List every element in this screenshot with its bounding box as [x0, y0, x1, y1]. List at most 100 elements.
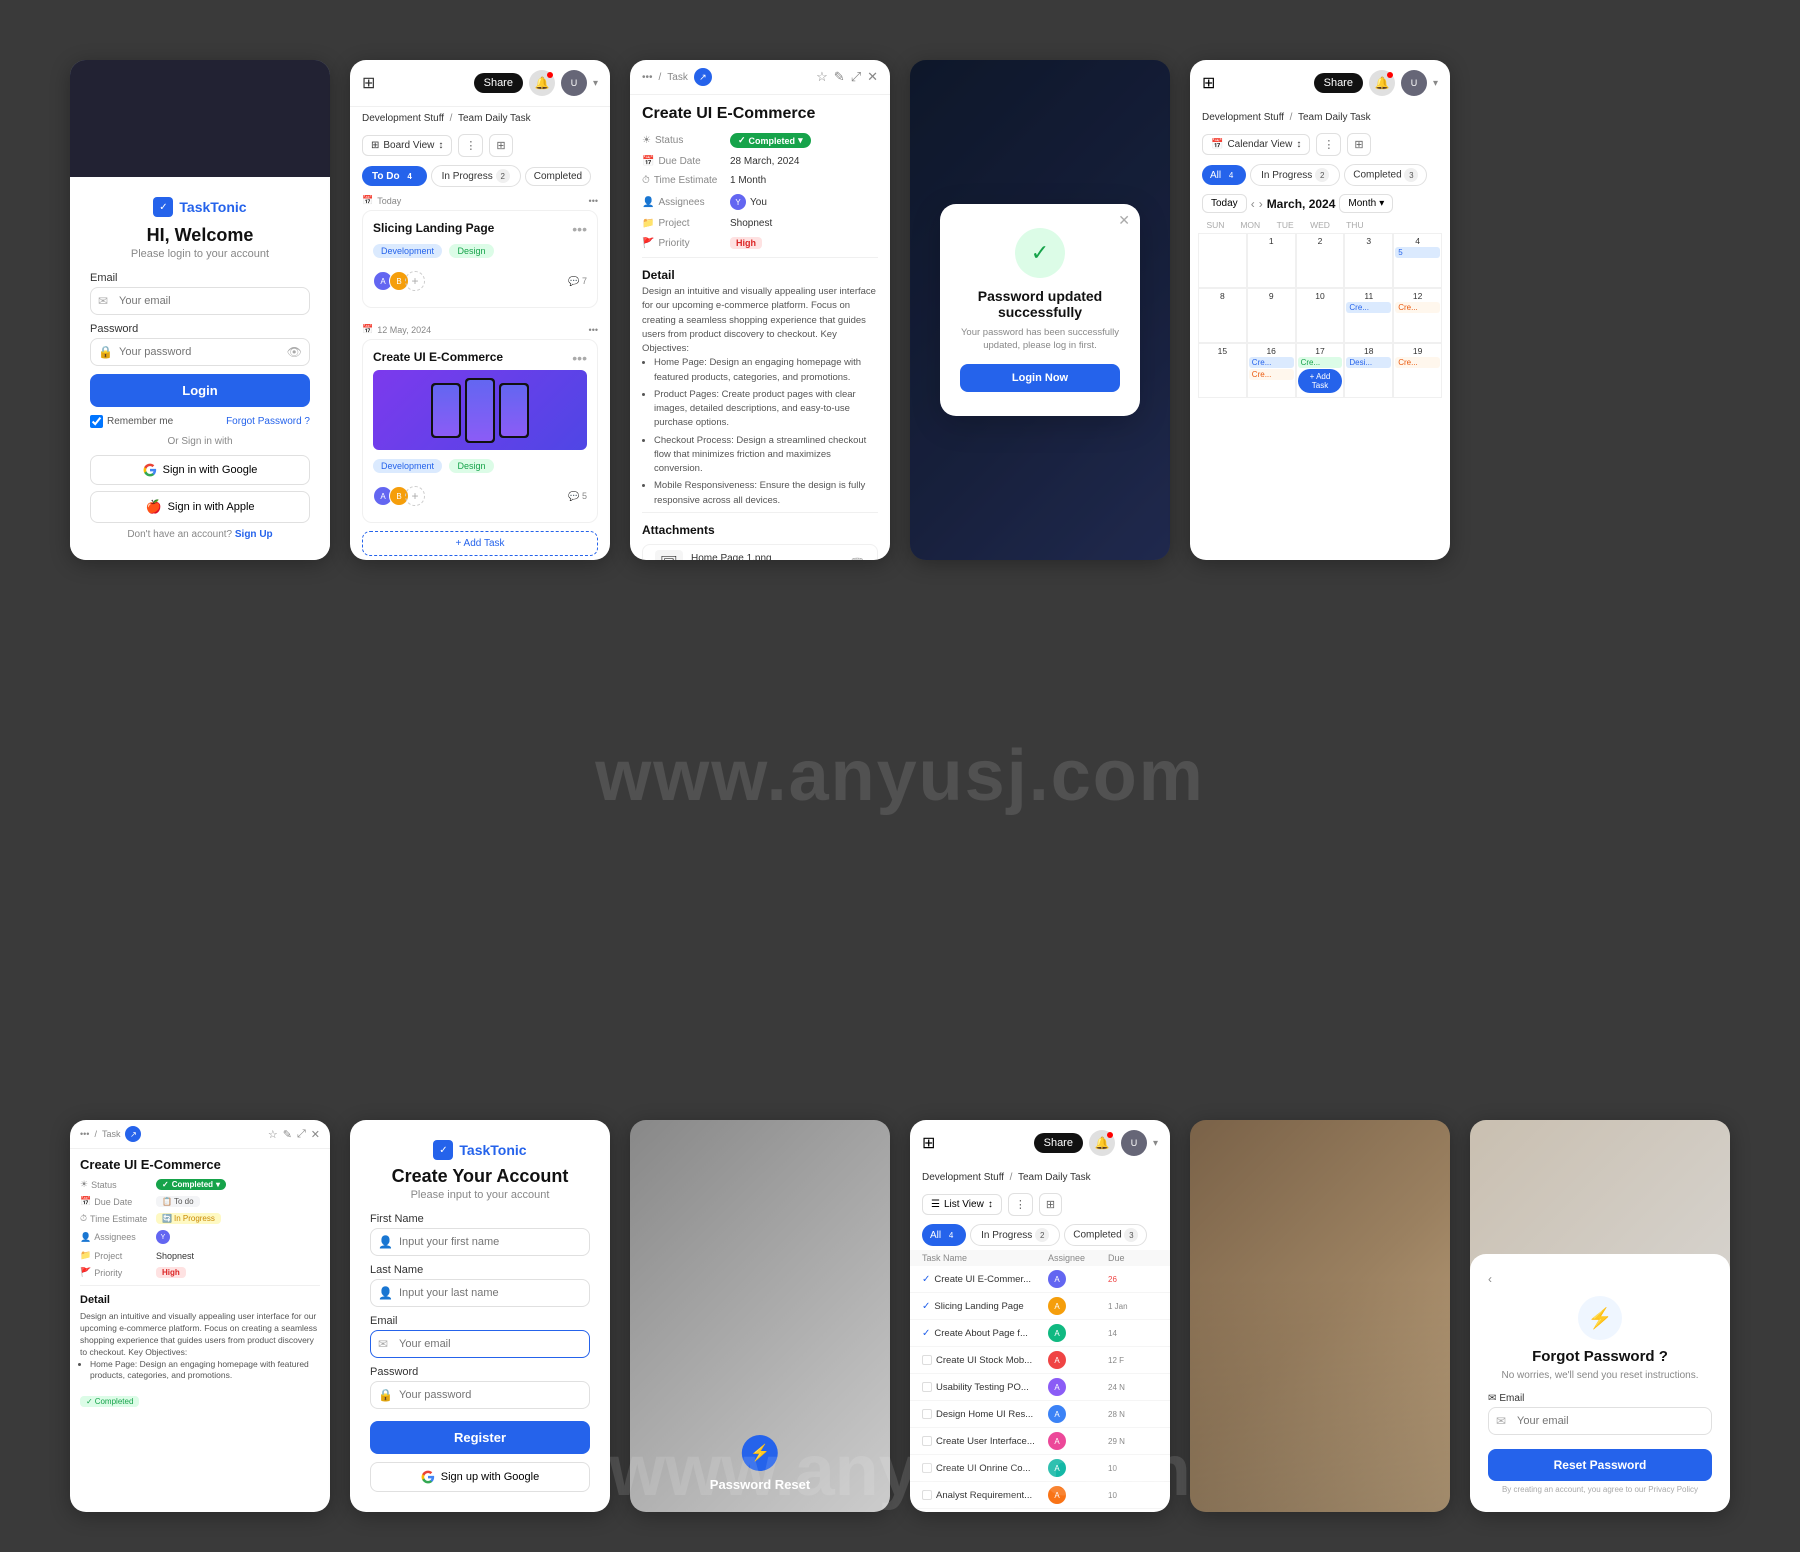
tag-design-2: Design	[449, 459, 493, 473]
edit-icon[interactable]: ✎	[834, 69, 845, 85]
tab-completed[interactable]: Completed	[525, 167, 591, 186]
attachments-section-title: Attachments	[630, 517, 890, 540]
add-assignee-button-2[interactable]: +	[405, 486, 425, 506]
assignee-avatar: A	[1048, 1297, 1066, 1315]
cal-cell: 19 Cre...	[1393, 343, 1442, 398]
forgot-password-link[interactable]: Forgot Password ?	[226, 416, 310, 427]
calendar-view-button[interactable]: 📅 Calendar View ↕	[1202, 134, 1310, 155]
list-tab-inprogress[interactable]: In Progress 2	[970, 1224, 1060, 1246]
create-account-title: Create Your Account	[370, 1166, 590, 1187]
cal-notification-bell[interactable]: 🔔	[1369, 70, 1395, 96]
modal-close-button[interactable]: ✕	[1118, 212, 1130, 229]
sm-completed-area: ✓ Completed	[70, 1387, 330, 1413]
list-row[interactable]: Create UI Stock Mob... A 12 F	[910, 1347, 1170, 1374]
cal-tab-all[interactable]: All 4	[1202, 165, 1246, 185]
apple-signin-button[interactable]: 🍎 Sign in with Apple	[90, 491, 310, 523]
cal-view-label: Calendar View	[1227, 139, 1292, 150]
reset-password-button[interactable]: Reset Password	[1488, 1449, 1712, 1481]
attachment-name: Home Page 1.png	[691, 553, 772, 560]
list-filter-button[interactable]: ⋮	[1008, 1193, 1033, 1216]
list-row[interactable]: Create UI Onrine Co... A 10	[910, 1455, 1170, 1482]
password-input[interactable]	[90, 338, 310, 366]
tab-inprogress[interactable]: In Progress 2	[431, 165, 521, 187]
list-row[interactable]: Usability Testing PO... A 24 N	[910, 1374, 1170, 1401]
task-comments-count-2: 💬 5	[568, 491, 587, 502]
cal-tab-completed[interactable]: Completed 3	[1344, 164, 1427, 186]
task-more-dots[interactable]: •••	[572, 221, 587, 237]
register-button[interactable]: Register	[370, 1421, 590, 1454]
list-row[interactable]: Create User Interface... A 29 N	[910, 1428, 1170, 1455]
star-icon[interactable]: ☆	[816, 69, 828, 85]
list-view-button[interactable]: ☰ List View ↕	[922, 1194, 1002, 1215]
google-signin-button[interactable]: Sign in with Google	[90, 455, 310, 485]
login-now-button[interactable]: Login Now	[960, 364, 1120, 392]
flash-icon: ⚡	[750, 1443, 770, 1463]
forgot-email-input[interactable]	[1488, 1407, 1712, 1435]
attachment-thumb: 🖼	[655, 550, 683, 560]
cal-share-button[interactable]: Share	[1314, 73, 1363, 93]
login-button[interactable]: Login	[90, 374, 310, 407]
list-notif-bell[interactable]: 🔔	[1089, 1130, 1115, 1156]
sm-task-breadcrumb: Task	[102, 1129, 121, 1139]
cal-next-button[interactable]: ›	[1259, 197, 1263, 211]
list-row[interactable]: Design Home UI Res... A 28 N	[910, 1401, 1170, 1428]
filter-button[interactable]: ⋮	[458, 134, 483, 157]
list-row[interactable]: ✓ Slicing Landing Page A 1 Jan	[910, 1293, 1170, 1320]
list-options-button[interactable]: ⊞	[1039, 1193, 1062, 1216]
sm-share-circle[interactable]: ↗	[125, 1126, 141, 1142]
attachment-delete-button[interactable]: 🗑	[850, 557, 865, 560]
photo-card-gray: ⚡ Password Reset	[630, 1120, 890, 1512]
close-icon[interactable]: ✕	[867, 69, 878, 85]
cal-add-task-button[interactable]: + Add Task	[1298, 369, 1343, 393]
task-date-may: 📅12 May, 2024 •••	[362, 324, 598, 335]
cal-tab-inprogress[interactable]: In Progress 2	[1250, 164, 1340, 186]
list-tab-completed[interactable]: Completed 3	[1064, 1224, 1147, 1246]
create-email-input[interactable]	[370, 1330, 590, 1358]
lastname-input[interactable]	[370, 1279, 590, 1307]
sm-expand-icon[interactable]: ⤢	[297, 1128, 306, 1141]
board-view-button[interactable]: ⊞ Board View ↕	[362, 135, 452, 156]
task-more-dots-2[interactable]: •••	[572, 350, 587, 366]
expand-icon[interactable]: ⤢	[851, 69, 861, 85]
list-row[interactable]: ✓ Create About Page f... A 14	[910, 1320, 1170, 1347]
notification-bell[interactable]: 🔔	[529, 70, 555, 96]
add-assignee-button[interactable]: +	[405, 271, 425, 291]
cal-event: Cre...	[1249, 369, 1294, 380]
tab-todo[interactable]: To Do 4	[362, 166, 427, 186]
cal-view-options-button[interactable]: ⊞	[1347, 133, 1370, 156]
sm-share-icon: ↗	[130, 1130, 137, 1139]
cal-month-dropdown[interactable]: Month ▾	[1339, 194, 1393, 213]
board-toolbar: ⊞ Board View ↕ ⋮ ⊞	[350, 130, 610, 161]
cal-status-tabs: All 4 In Progress 2 Completed 3	[1190, 160, 1450, 190]
cal-today-button[interactable]: Today	[1202, 194, 1247, 213]
task-more-icon[interactable]: •••	[589, 196, 598, 206]
tab-inprogress-label: In Progress	[442, 171, 493, 182]
cal-filter-button[interactable]: ⋮	[1316, 133, 1341, 156]
share-button[interactable]: Share	[474, 73, 523, 93]
list-assignee: A	[1048, 1378, 1108, 1396]
checkbox-empty	[922, 1355, 932, 1365]
sm-star-icon[interactable]: ☆	[268, 1128, 278, 1141]
sm-close-icon[interactable]: ✕	[311, 1128, 320, 1141]
sm-edit-icon[interactable]: ✎	[283, 1128, 292, 1141]
list-tab-all[interactable]: All 4	[922, 1224, 966, 1246]
list-task-name: Create UI Stock Mob...	[922, 1355, 1048, 1366]
signup-link[interactable]: Sign Up	[235, 529, 273, 540]
firstname-input[interactable]	[370, 1228, 590, 1256]
list-row[interactable]: Analyst Requirement... A 10	[910, 1482, 1170, 1509]
add-task-button[interactable]: + Add Task	[362, 531, 598, 556]
remember-checkbox[interactable]	[90, 415, 103, 428]
view-options-button[interactable]: ⊞	[489, 134, 512, 157]
share-icon-circle[interactable]: ↗	[694, 68, 712, 86]
create-password-input[interactable]	[370, 1381, 590, 1409]
google-signup-button[interactable]: Sign up with Google	[370, 1462, 590, 1492]
task-more-icon-2[interactable]: •••	[589, 325, 598, 335]
list-row[interactable]: ✓ Create UI E-Commer... A 26	[910, 1266, 1170, 1293]
list-share-button[interactable]: Share	[1034, 1133, 1083, 1153]
email-input[interactable]	[90, 287, 310, 315]
eye-icon[interactable]: 👁	[287, 345, 302, 359]
list-completed-count: 3	[1124, 1228, 1138, 1242]
cal-prev-button[interactable]: ‹	[1251, 197, 1255, 211]
forgot-back-button[interactable]: ‹	[1488, 1272, 1712, 1286]
cal-event: Cre...	[1346, 302, 1391, 313]
